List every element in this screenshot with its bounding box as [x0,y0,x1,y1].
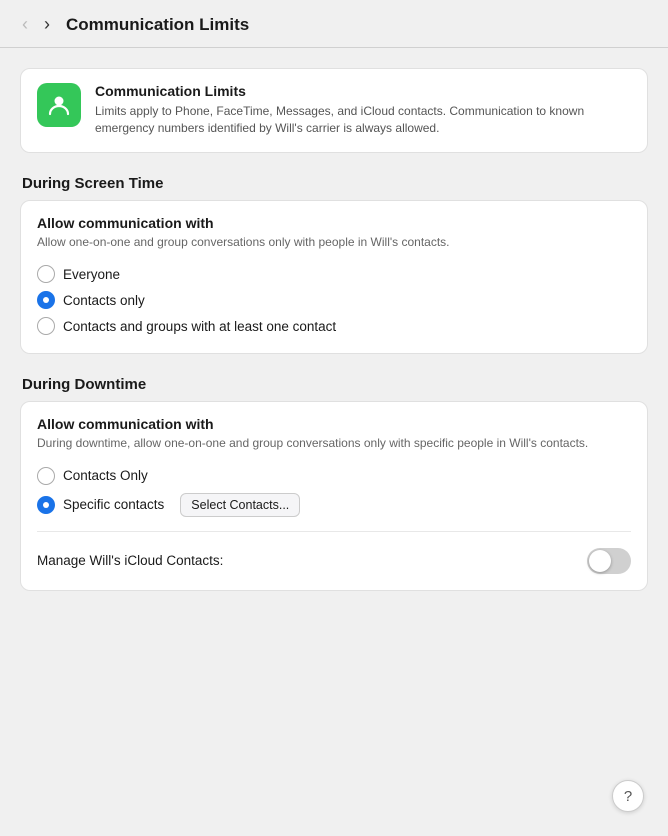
select-contacts-button[interactable]: Select Contacts... [180,493,300,517]
manage-icloud-row: Manage Will's iCloud Contacts: [37,542,631,576]
toggle-thumb [589,550,611,572]
info-description: Limits apply to Phone, FaceTime, Message… [95,103,631,138]
downtime-card-title: Allow communication with [37,416,631,432]
app-icon-svg [46,92,72,118]
radio-specific-contacts[interactable]: Specific contacts Select Contacts... [37,489,631,521]
info-title: Communication Limits [95,83,631,99]
radio-contacts-only-dt-label: Contacts Only [63,468,148,483]
help-button[interactable]: ? [612,780,644,812]
radio-contacts-groups[interactable]: Contacts and groups with at least one co… [37,313,631,339]
screen-time-header: During Screen Time [20,175,648,192]
top-bar: ‹ › Communication Limits [0,0,668,48]
radio-contacts-only-label: Contacts only [63,293,145,308]
back-button[interactable]: ‹ [18,12,32,37]
info-card: Communication Limits Limits apply to Pho… [20,68,648,153]
forward-button[interactable]: › [40,12,54,37]
radio-everyone-circle [37,265,55,283]
radio-contacts-groups-circle [37,317,55,335]
radio-specific-contacts-label: Specific contacts [63,497,164,512]
radio-contacts-only-circle [37,291,55,309]
card-divider [37,531,631,532]
page-title: Communication Limits [66,15,249,35]
radio-contacts-only-dt[interactable]: Contacts Only [37,463,631,489]
screen-time-card: Allow communication with Allow one-on-on… [20,200,648,354]
downtime-card: Allow communication with During downtime… [20,401,648,590]
manage-icloud-toggle[interactable] [587,548,631,574]
radio-everyone-label: Everyone [63,267,120,282]
radio-specific-contacts-circle [37,496,55,514]
radio-contacts-groups-label: Contacts and groups with at least one co… [63,319,336,334]
radio-everyone[interactable]: Everyone [37,261,631,287]
content-area: Communication Limits Limits apply to Pho… [0,48,668,633]
info-text: Communication Limits Limits apply to Pho… [95,83,631,138]
screen-time-card-title: Allow communication with [37,215,631,231]
radio-contacts-only-dt-circle [37,467,55,485]
screen-time-card-desc: Allow one-on-one and group conversations… [37,234,631,251]
manage-icloud-label: Manage Will's iCloud Contacts: [37,553,223,568]
radio-contacts-only[interactable]: Contacts only [37,287,631,313]
downtime-header: During Downtime [20,376,648,393]
downtime-card-desc: During downtime, allow one-on-one and gr… [37,435,631,452]
app-icon [37,83,81,127]
